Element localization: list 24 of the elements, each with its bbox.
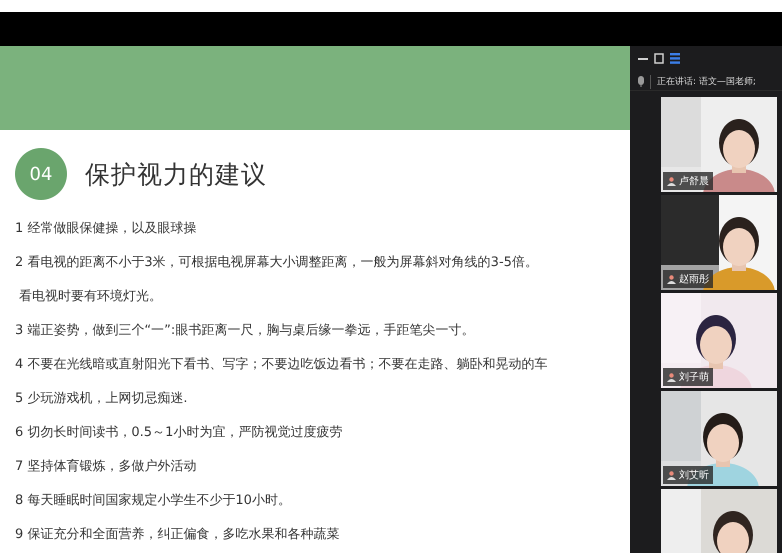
slide-text-line: 6 切勿长时间读书，0.5～1小时为宜，严防视觉过度疲劳 [15,424,344,442]
slide-text-line: 1 经常做眼保健操，以及眼球操 [15,220,198,238]
slide-text-line: 5 少玩游戏机，上网切忌痴迷. [15,390,189,408]
slide-text-line: 4 不要在光线暗或直射阳光下看书、写字；不要边吃饭边看书；不要在走路、躺卧和晃动的车 [15,356,548,374]
participant-name: 赵雨彤 [679,272,709,286]
participant-name: 刘艾昕 [679,468,709,482]
user-icon [667,470,676,480]
user-icon [667,176,676,186]
slide-text-line: 2 看电视的距离不小于3米，可根据电视屏幕大小调整距离，一般为屏幕斜对角线的3-5倍。 [15,254,539,272]
restore-icon[interactable] [654,53,664,64]
user-icon [667,274,676,284]
slide-text-line: 7 坚持体育锻炼，多做户外活动 [15,458,198,476]
slide-text-line: 9 保证充分和全面营养，纠正偏食，多吃水果和各种蔬菜 [15,526,340,544]
user-icon [667,372,676,382]
speaking-status: 正在讲话: 语文—国老师; [657,76,756,88]
section-number: 04 [15,148,67,200]
slide-text-line: 3 端正姿势，做到三个“一”:眼书距离一尺，胸与桌后缘一拳远，手距笔尖一寸。 [15,322,476,340]
menu-icon[interactable] [670,53,680,64]
slide-title: 保护视力的建议 [85,158,267,190]
slide-text-line: 8 每天睡眠时间国家规定小学生不少于10小时。 [15,492,292,510]
participant-name: 卢舒晨 [679,174,709,188]
participant-name: 刘子萌 [679,370,709,384]
microphone-icon [638,76,644,88]
slide-text-line: 看电视时要有环境灯光。 [18,288,164,306]
